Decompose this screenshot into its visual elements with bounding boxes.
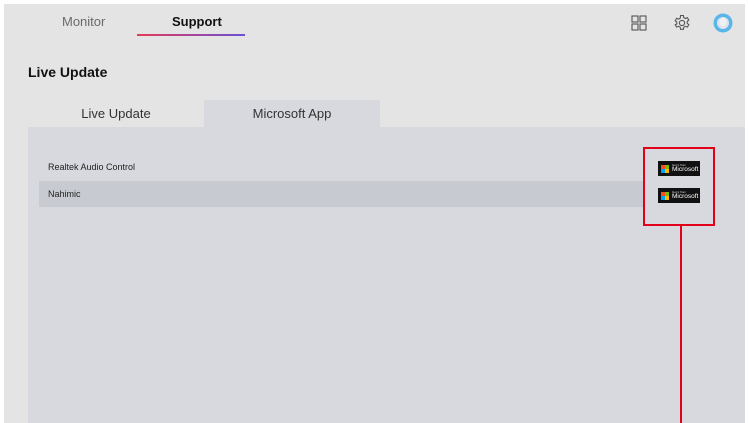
subtab-live-update[interactable]: Live Update [28, 100, 204, 127]
grid-icon[interactable] [628, 12, 650, 34]
app-window: Monitor Support Live Update Live Update … [4, 4, 745, 423]
top-navigation: Monitor Support [4, 4, 745, 40]
page-title: Live Update [28, 64, 108, 80]
highlight-box [643, 147, 715, 226]
list-item: Nahimic [39, 181, 643, 207]
avatar-icon[interactable] [712, 12, 734, 34]
active-tab-underline [137, 34, 245, 36]
subtab-bar: Live Update Microsoft App [28, 100, 380, 127]
tab-support[interactable]: Support [172, 14, 222, 29]
app-name: Realtek Audio Control [48, 162, 136, 172]
callout-line [680, 226, 682, 423]
tab-monitor[interactable]: Monitor [62, 14, 105, 29]
app-list-panel: Realtek Audio Control Nahimic Get it fro… [28, 127, 745, 423]
subtab-microsoft-app[interactable]: Microsoft App [204, 100, 380, 127]
app-name: Nahimic [48, 189, 81, 199]
list-item: Realtek Audio Control [39, 154, 643, 180]
gear-icon[interactable] [671, 12, 693, 34]
